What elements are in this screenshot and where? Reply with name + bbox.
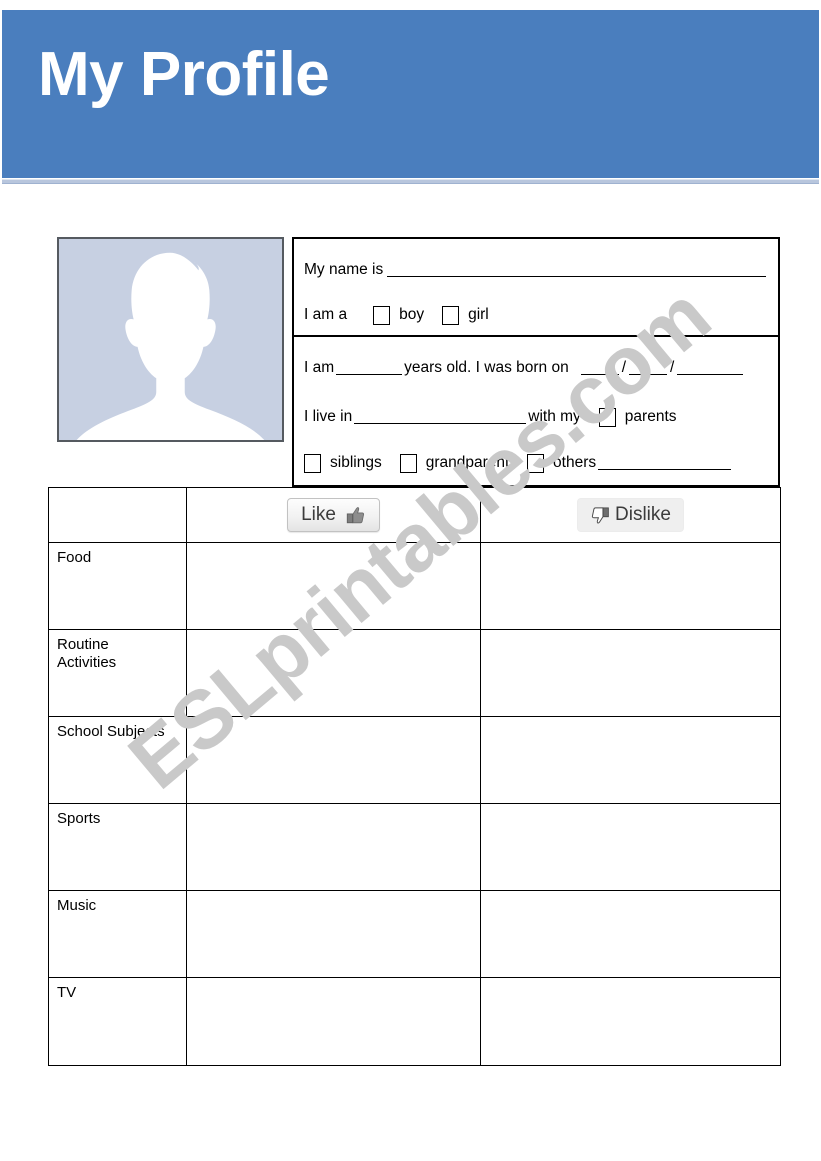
preferences-table: Like Dislike Food Routine Activities Sch… <box>48 487 781 1066</box>
row-label-music: Music <box>48 890 187 978</box>
table-row: Sports <box>48 803 781 891</box>
checkbox-others-label: others <box>553 454 597 471</box>
city-input-blank[interactable] <box>354 410 527 424</box>
details-section: I am years old. I was born on / / I live… <box>294 337 778 485</box>
person-silhouette-icon <box>76 252 265 440</box>
gender-label: I am a <box>304 306 348 323</box>
row-label-food: Food <box>48 542 187 630</box>
thumbs-up-icon <box>345 505 366 526</box>
table-header-row: Like Dislike <box>48 487 781 543</box>
cell-food-like[interactable] <box>186 542 481 630</box>
header-cell-like: Like <box>186 487 481 543</box>
gender-line: I am a boy girl <box>304 293 768 337</box>
header-cell-dislike: Dislike <box>480 487 781 543</box>
dislike-button[interactable]: Dislike <box>577 498 684 532</box>
table-row: Routine Activities <box>48 629 781 717</box>
row-label-sports: Sports <box>48 803 187 891</box>
checkbox-parents-label: parents <box>624 408 677 425</box>
checkbox-parents[interactable] <box>598 407 616 427</box>
identity-section: My name is I am a boy girl <box>294 239 778 337</box>
avatar <box>57 237 284 442</box>
checkbox-grandparents-label: grandparents <box>425 454 518 471</box>
cell-sports-dislike[interactable] <box>480 803 781 891</box>
row-label-school-subjects: School Subjects <box>48 716 187 804</box>
header-banner: My Profile <box>2 10 819 178</box>
cell-tv-dislike[interactable] <box>480 977 781 1066</box>
cell-music-dislike[interactable] <box>480 890 781 978</box>
page-title: My Profile <box>38 40 330 109</box>
row-label-text: Music <box>57 897 97 914</box>
name-label: My name is <box>304 261 384 278</box>
like-button[interactable]: Like <box>287 498 380 532</box>
checkbox-siblings[interactable] <box>304 453 321 473</box>
residence-line: I live in with my parents <box>304 393 768 441</box>
date-separator-1: / <box>621 359 627 376</box>
row-label-text: Food <box>57 549 92 566</box>
cell-school-like[interactable] <box>186 716 481 804</box>
name-line: My name is <box>304 239 768 293</box>
birth-month-blank[interactable] <box>629 361 668 375</box>
live-prefix-label: I live in <box>304 408 353 425</box>
table-row: Food <box>48 542 781 630</box>
header-cell-empty <box>48 487 187 543</box>
age-birth-line: I am years old. I was born on / / <box>304 337 768 393</box>
checkbox-grandparents[interactable] <box>399 453 417 473</box>
checkbox-boy-label: boy <box>399 306 425 323</box>
row-label-text: TV <box>57 984 77 1001</box>
name-input-blank[interactable] <box>387 263 766 277</box>
table-row: Music <box>48 890 781 978</box>
age-input-blank[interactable] <box>336 361 403 375</box>
row-label-routine-activities: Routine Activities <box>48 629 187 717</box>
date-separator-2: / <box>670 359 675 376</box>
age-suffix-label: years old. I was born on <box>404 359 569 376</box>
table-row: TV <box>48 977 781 1066</box>
cell-tv-like[interactable] <box>186 977 481 1066</box>
birth-day-blank[interactable] <box>580 361 619 375</box>
header-divider <box>2 179 819 184</box>
age-prefix-label: I am <box>304 359 335 376</box>
row-label-line1: Routine <box>57 636 109 653</box>
checkbox-siblings-label: siblings <box>330 454 382 471</box>
like-label: Like <box>301 504 336 525</box>
cell-food-dislike[interactable] <box>480 542 781 630</box>
row-label-tv: TV <box>48 977 187 1066</box>
checkbox-boy[interactable] <box>373 305 391 325</box>
personal-info-box: My name is I am a boy girl I am years ol… <box>292 237 780 487</box>
table-row: School Subjects <box>48 716 781 804</box>
checkbox-others[interactable] <box>527 453 545 473</box>
thumbs-down-icon <box>590 505 611 526</box>
row-label-text: Routine Activities <box>57 636 186 673</box>
others-input-blank[interactable] <box>598 456 732 470</box>
checkbox-girl[interactable] <box>442 305 460 325</box>
cell-music-like[interactable] <box>186 890 481 978</box>
live-suffix-label: with my <box>528 408 581 425</box>
cell-routine-like[interactable] <box>186 629 481 717</box>
family-line: siblings grandparents others <box>304 441 768 485</box>
cell-school-dislike[interactable] <box>480 716 781 804</box>
row-label-text: Sports <box>57 810 101 827</box>
row-label-line2: Activities <box>57 654 117 672</box>
checkbox-girl-label: girl <box>468 306 489 323</box>
cell-sports-like[interactable] <box>186 803 481 891</box>
cell-routine-dislike[interactable] <box>480 629 781 717</box>
row-label-text: School Subjects <box>57 723 165 740</box>
birth-year-blank[interactable] <box>677 361 744 375</box>
dislike-label: Dislike <box>615 504 671 525</box>
